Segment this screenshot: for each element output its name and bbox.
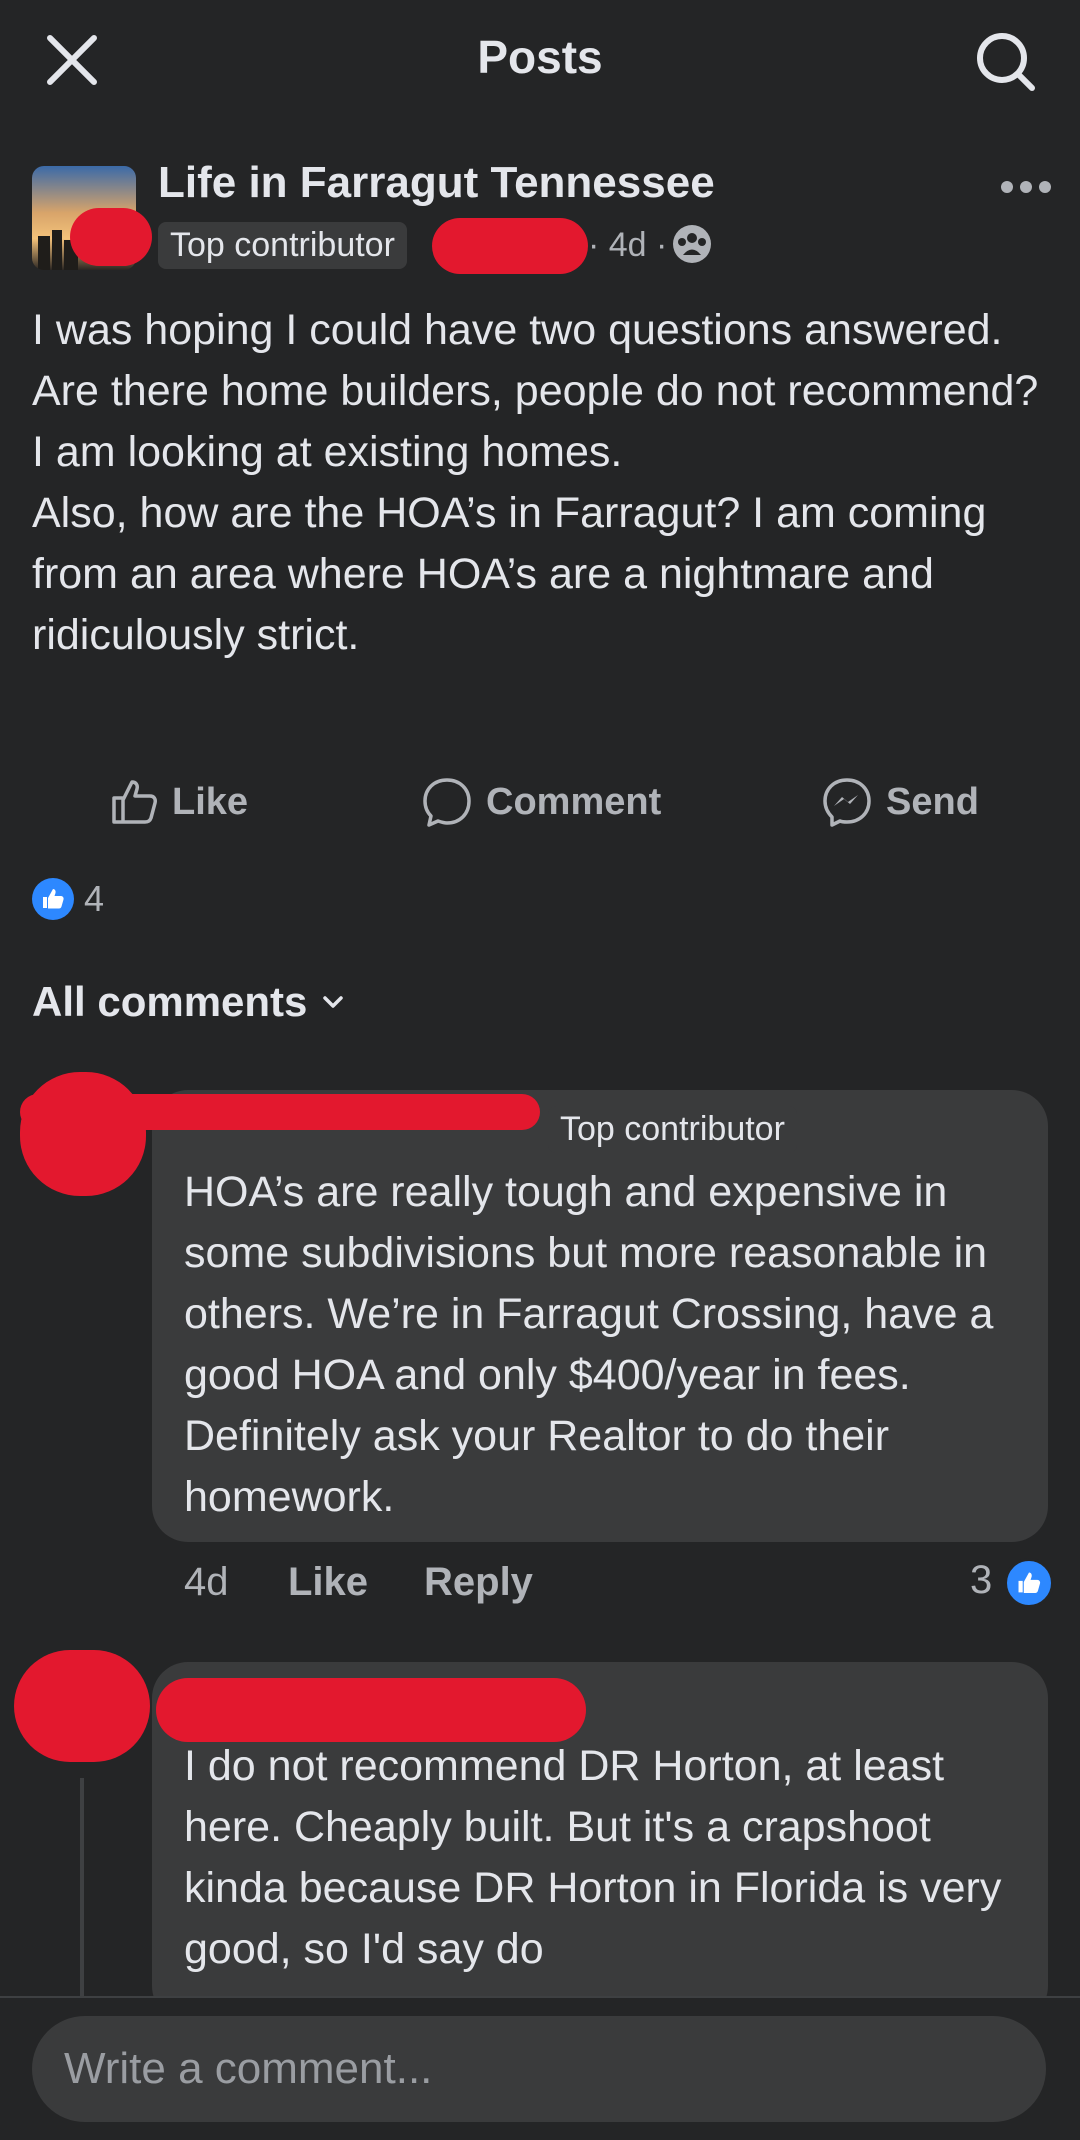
- top-contributor-badge: Top contributor: [158, 222, 407, 269]
- like-reaction-icon[interactable]: [32, 878, 74, 920]
- comment-reaction-count[interactable]: 3: [970, 1558, 992, 1603]
- comments-filter-dropdown[interactable]: All comments: [32, 978, 345, 1026]
- send-button[interactable]: Send: [820, 772, 979, 832]
- comment-like-button[interactable]: Like: [288, 1560, 368, 1605]
- top-contributor-badge: Top contributor: [548, 1106, 797, 1153]
- post-reaction-count[interactable]: 4: [84, 878, 104, 920]
- thread-connector-line: [80, 1778, 84, 2018]
- comment-timestamp: 4d: [184, 1560, 229, 1604]
- page-title: Posts: [477, 31, 603, 83]
- post-timestamp: · 4d ·: [588, 226, 668, 264]
- like-button[interactable]: Like: [108, 772, 248, 832]
- redacted-commenter-avatar: [20, 1072, 146, 1196]
- send-label: Send: [886, 780, 979, 823]
- like-reaction-icon: [1004, 1558, 1054, 1608]
- redacted-commenter-avatar: [14, 1650, 150, 1762]
- post-body: I was hoping I could have two questions …: [32, 306, 1039, 659]
- comment-text: HOA’s are really tough and expensive in …: [184, 1168, 994, 1521]
- redacted-commenter-name: [156, 1678, 586, 1742]
- comment-text: I do not recommend DR Horton, at least h…: [184, 1742, 1002, 1973]
- group-audience-icon: [673, 225, 711, 263]
- search-icon[interactable]: [974, 30, 1038, 94]
- redacted-author-name: [432, 218, 588, 274]
- like-label: Like: [172, 780, 249, 823]
- comment-bubble-icon: [423, 778, 471, 827]
- comments-filter-label: All comments: [32, 978, 308, 1025]
- messenger-icon: [823, 778, 871, 827]
- redacted-avatar: [70, 208, 152, 266]
- write-comment-input[interactable]: [32, 2016, 1046, 2122]
- more-options-icon[interactable]: [1000, 180, 1052, 194]
- comment-label: Comment: [486, 780, 662, 823]
- comment-reply-button[interactable]: Reply: [424, 1560, 533, 1605]
- thumbs-up-icon: [112, 780, 157, 824]
- chevron-down-icon: [323, 996, 344, 1008]
- redacted-commenter-name: [20, 1094, 540, 1130]
- comment-button[interactable]: Comment: [420, 772, 661, 832]
- group-name[interactable]: Life in Farragut Tennessee: [158, 158, 715, 208]
